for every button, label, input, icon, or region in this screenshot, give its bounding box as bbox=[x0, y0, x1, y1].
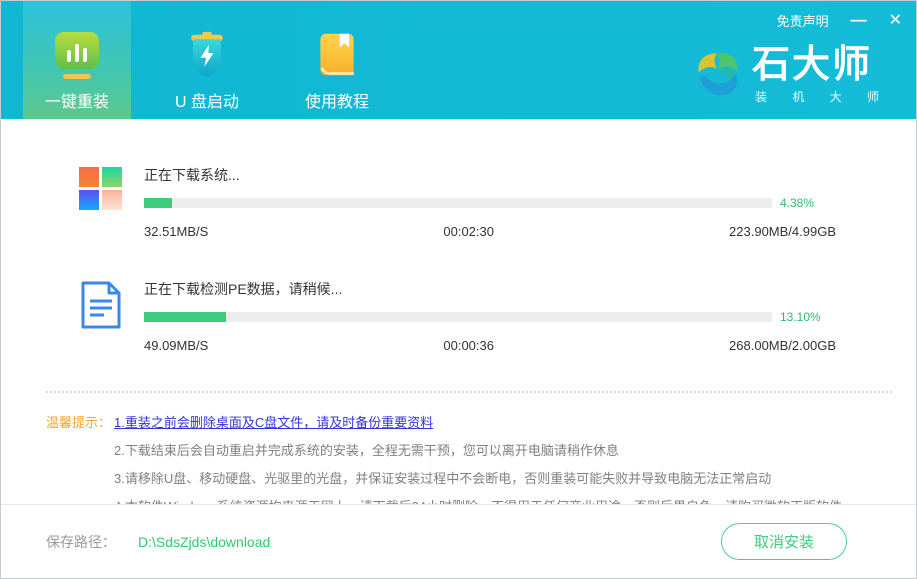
section-title: 正在下载系统... bbox=[144, 165, 836, 185]
download-speed: 49.09MB/S bbox=[144, 338, 208, 353]
progress-bar bbox=[144, 312, 772, 322]
download-size: 268.00MB/2.00GB bbox=[729, 338, 836, 353]
disclaimer-link[interactable]: 免责声明 bbox=[777, 11, 829, 30]
usb-boot-shield-icon bbox=[183, 31, 231, 79]
time-remaining: 00:02:30 bbox=[443, 224, 494, 239]
tab-label: 使用教程 bbox=[305, 88, 369, 112]
save-path-label: 保存路径： bbox=[46, 532, 116, 552]
download-speed: 32.51MB/S bbox=[144, 224, 208, 239]
time-remaining: 00:00:36 bbox=[443, 338, 494, 353]
cancel-install-button[interactable]: 取消安装 bbox=[721, 523, 847, 560]
main-content: 正在下载系统... 4.38% 32.51MB/S 00:02:30 223.9… bbox=[1, 119, 916, 521]
download-section-pe: 正在下载检测PE数据，请稍候... 13.10% 49.09MB/S 00:00… bbox=[1, 239, 916, 353]
download-size: 223.90MB/4.99GB bbox=[729, 224, 836, 239]
progress-bar bbox=[144, 198, 772, 208]
tutorial-book-icon bbox=[313, 31, 361, 79]
brand-logo-mark bbox=[690, 47, 744, 103]
tab-onekey-reinstall[interactable]: 一键重装 bbox=[23, 1, 131, 119]
section-title: 正在下载检测PE数据，请稍候... bbox=[144, 279, 836, 299]
minimize-button[interactable]: — bbox=[851, 13, 867, 29]
download-section-system: 正在下载系统... 4.38% 32.51MB/S 00:02:30 223.9… bbox=[1, 119, 916, 239]
save-path-value: D:\SdsZjds\download bbox=[138, 534, 270, 550]
progress-percent: 4.38% bbox=[772, 196, 836, 210]
title-bar: 一键重装 U 盘启动 bbox=[1, 1, 916, 119]
footer-bar: 保存路径： D:\SdsZjds\download 取消安装 bbox=[1, 504, 916, 578]
tab-usb-boot[interactable]: U 盘启动 bbox=[153, 1, 261, 119]
tab-tutorial[interactable]: 使用教程 bbox=[283, 1, 391, 119]
tip-line-1: 1.重装之前会删除桌面及C盘文件，请及时备份重要资料 bbox=[114, 409, 892, 437]
brand-logo: 石大师 装 机 大 师 bbox=[690, 45, 890, 105]
tips-panel: 温馨提示： 1.重装之前会删除桌面及C盘文件，请及时备份重要资料 2.下载结束后… bbox=[1, 393, 916, 521]
tip-line-2: 2.下载结束后会自动重启并完成系统的安装，全程无需干预，您可以离开电脑请稍作休息 bbox=[114, 437, 892, 465]
onekey-reinstall-icon bbox=[53, 31, 101, 79]
brand-name: 石大师 bbox=[752, 45, 890, 85]
pe-document-icon bbox=[79, 281, 123, 329]
close-button[interactable]: ✕ bbox=[889, 13, 902, 29]
tip-line-3: 3.请移除U盘、移动硬盘、光驱里的光盘，并保证安装过程中不会断电，否则重装可能失… bbox=[114, 465, 892, 493]
windows-logo-icon bbox=[79, 167, 144, 210]
tab-label: 一键重装 bbox=[45, 88, 109, 112]
progress-percent: 13.10% bbox=[772, 310, 836, 324]
app-window: { "window": { "disclaimer": "免责声明", "min… bbox=[0, 0, 917, 579]
brand-subtitle: 装 机 大 师 bbox=[752, 88, 890, 105]
tab-label: U 盘启动 bbox=[175, 88, 239, 112]
